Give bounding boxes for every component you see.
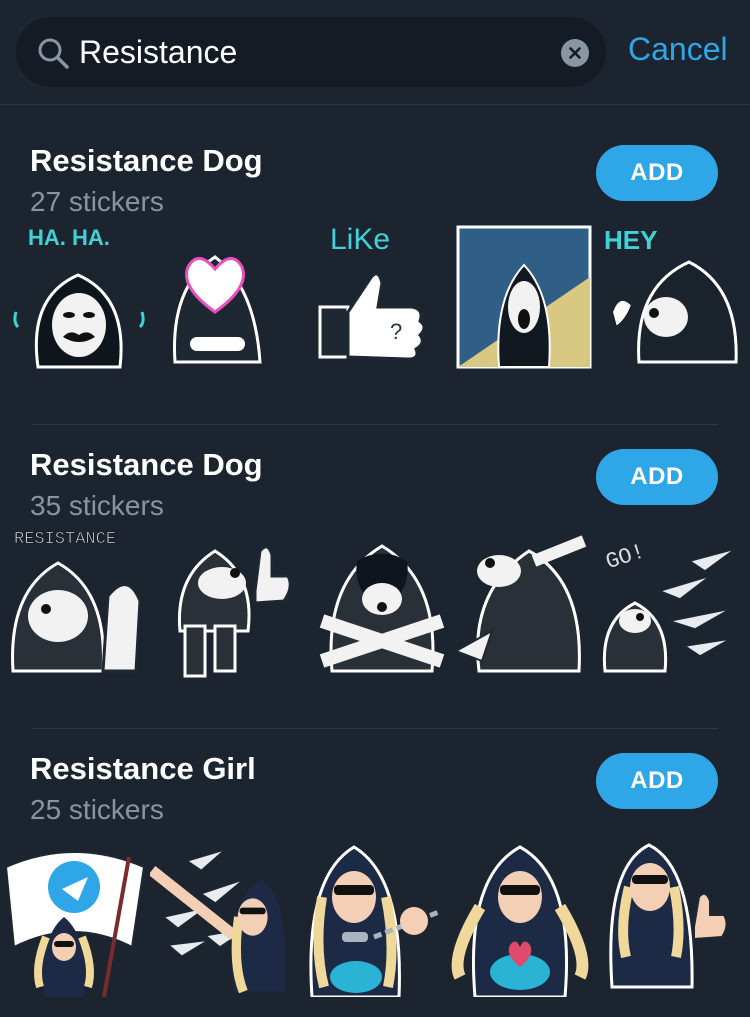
throwing-planes-girl-sticker[interactable] xyxy=(150,837,290,997)
search-bar: Resistance Cancel xyxy=(0,0,750,105)
go-planes-dog-sticker[interactable]: GO! xyxy=(600,521,740,681)
pack-title: Resistance Girl xyxy=(30,751,256,786)
cancel-button[interactable]: Cancel xyxy=(628,30,728,68)
scream-painting-sticker[interactable] xyxy=(454,217,594,377)
sticker-preview-row: RESISTANCE GO! xyxy=(0,521,750,681)
search-field[interactable]: Resistance xyxy=(16,17,606,87)
pack-sticker-count: 35 stickers xyxy=(30,490,164,521)
hey-dog-sticker[interactable]: HEY xyxy=(604,217,744,377)
sticker-preview-row: HA. HA. LiKe ? HEY xyxy=(0,217,750,377)
pack-sticker-count: 25 stickers xyxy=(30,794,164,825)
hooded-mask-dog-sticker[interactable]: HA. HA. xyxy=(8,217,148,377)
heart-hood-sticker[interactable] xyxy=(160,217,300,377)
thumbs-up-like-sticker[interactable]: LiKe ? xyxy=(312,217,452,377)
sticker-caption: GO! xyxy=(603,539,648,575)
crossed-arms-dog-sticker[interactable] xyxy=(312,521,452,681)
pack-title: Resistance Dog xyxy=(30,143,263,178)
pack-sticker-count: 27 stickers xyxy=(30,186,164,217)
strong-arm-dog-sticker[interactable]: RESISTANCE xyxy=(8,521,148,681)
add-pack-button[interactable]: ADD xyxy=(596,753,718,809)
sticker-caption: HEY xyxy=(604,225,657,255)
clear-icon[interactable] xyxy=(561,39,589,67)
sticker-preview-row xyxy=(0,837,750,997)
add-pack-button[interactable]: ADD xyxy=(596,145,718,201)
add-pack-button[interactable]: ADD xyxy=(596,449,718,505)
search-icon xyxy=(38,38,69,69)
pack-title: Resistance Dog xyxy=(30,447,263,482)
heart-girl-sticker[interactable] xyxy=(450,837,590,997)
flag-girl-sticker[interactable] xyxy=(4,837,144,997)
sticker-caption: LiKe xyxy=(330,223,390,256)
sticker-pack[interactable]: Resistance Dog 35 stickers ADD RESISTANC… xyxy=(0,409,750,713)
thumbs-up-dog-sticker[interactable] xyxy=(160,521,300,681)
dab-dog-sticker[interactable] xyxy=(454,521,594,681)
thumbs-up-girl-sticker[interactable] xyxy=(604,837,744,997)
svg-text:?: ? xyxy=(390,319,402,344)
sticker-caption: HA. HA. xyxy=(28,225,110,250)
broken-chains-girl-sticker[interactable] xyxy=(304,837,444,997)
sticker-pack[interactable]: Resistance Dog 27 stickers ADD HA. HA. L… xyxy=(0,105,750,409)
sticker-caption: RESISTANCE xyxy=(14,530,116,549)
search-input[interactable]: Resistance xyxy=(79,33,237,71)
sticker-pack[interactable]: Resistance Girl 25 stickers ADD xyxy=(0,713,750,1017)
